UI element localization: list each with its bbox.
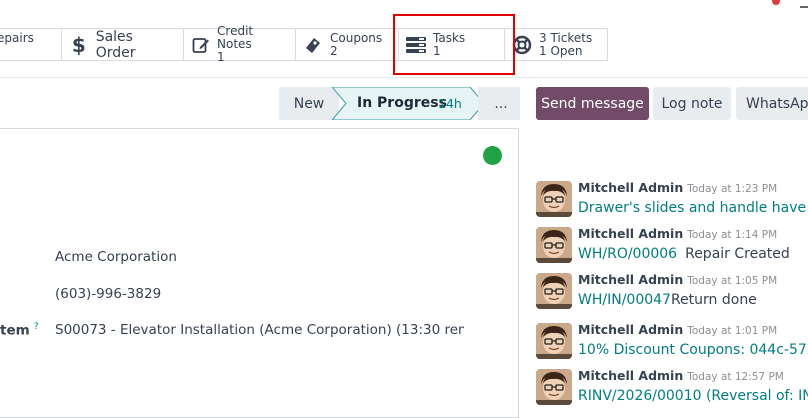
sales-order-smart-button[interactable]: $ Sales Order xyxy=(61,28,184,61)
kanban-state-indicator[interactable] xyxy=(483,146,502,165)
phone-field[interactable]: (603)-996-3829 xyxy=(55,286,161,302)
avatar[interactable] xyxy=(536,369,572,405)
tickets-open: 1 Open xyxy=(539,43,583,58)
message-author: Mitchell Admin Today at 1:01 PM xyxy=(578,322,777,337)
message-author: Mitchell Admin Today at 1:14 PM xyxy=(578,226,777,241)
dollar-icon: $ xyxy=(71,32,86,57)
stage-more-label: ... xyxy=(494,95,508,112)
sales-order-item-label-text: tem xyxy=(0,322,30,339)
avatar[interactable] xyxy=(536,323,572,359)
send-message-button[interactable]: Send message xyxy=(536,87,649,120)
message-author: Mitchell Admin Today at 12:57 PM xyxy=(578,368,784,383)
credit-notes-smart-button[interactable]: Credit Notes 1 xyxy=(183,24,296,64)
send-message-label: Send message xyxy=(541,95,644,112)
author-name: Mitchell Admin xyxy=(578,272,684,287)
message-body: WH/RO/00006 Repair Created xyxy=(578,246,790,262)
message-body: RINV/2026/00010 (Reversal of: INV/2 xyxy=(578,388,808,404)
chatter-message: Mitchell Admin Today at 12:57 PM RINV/2026… xyxy=(536,368,808,409)
log-note-button[interactable]: Log note xyxy=(653,87,731,120)
log-note-label: Log note xyxy=(661,95,723,112)
tickets-smart-button[interactable]: 3 Tickets 1 Open xyxy=(504,28,608,61)
message-author: Mitchell Admin Today at 1:23 PM xyxy=(578,180,777,195)
chatter-message: Mitchell Admin Today at 1:14 PM WH/RO/0000… xyxy=(536,226,808,267)
message-time: Today at 1:01 PM xyxy=(687,325,778,337)
sales-order-item-label: tem? xyxy=(0,322,38,339)
edit-icon xyxy=(191,35,210,55)
author-name: Mitchell Admin xyxy=(578,368,684,383)
message-time: Today at 1:05 PM xyxy=(687,275,778,287)
ticket-icon xyxy=(303,35,323,55)
stage-new[interactable]: New xyxy=(279,87,339,120)
message-text: Return done xyxy=(670,292,757,308)
author-name: Mitchell Admin xyxy=(578,322,684,337)
help-tooltip-icon[interactable]: ? xyxy=(34,322,39,332)
chatter-message: Mitchell Admin Today at 1:05 PM WH/IN/0004… xyxy=(536,272,808,313)
whatsapp-label: WhatsApp xyxy=(746,95,808,112)
coupons-count: 2 xyxy=(330,43,338,58)
coupons-label: Coupons xyxy=(330,30,383,45)
author-name: Mitchell Admin xyxy=(578,226,684,241)
message-body: 10% Discount Coupons: 044c-5725-4a xyxy=(578,342,808,358)
form-sheet xyxy=(0,128,519,418)
message-link[interactable]: Drawer's slides and handle have a de xyxy=(578,200,808,216)
chatter-message: Mitchell Admin Today at 1:23 PM Drawer's s… xyxy=(536,180,808,221)
whatsapp-button[interactable]: WhatsApp xyxy=(736,87,808,120)
stage-in-progress[interactable]: In Progress 14h xyxy=(332,87,484,120)
customer-field[interactable]: Acme Corporation xyxy=(55,249,177,265)
stage-new-label: New xyxy=(293,95,325,112)
avatar[interactable] xyxy=(536,181,572,217)
message-link[interactable]: WH/RO/00006 xyxy=(578,246,677,262)
message-link[interactable]: WH/IN/00047 xyxy=(578,292,671,308)
stage-in-progress-label: In Progress xyxy=(357,95,447,111)
message-time: Today at 1:14 PM xyxy=(687,229,778,241)
message-time: Today at 1:23 PM xyxy=(687,183,778,195)
activity-icon[interactable] xyxy=(800,0,808,8)
author-name: Mitchell Admin xyxy=(578,180,684,195)
credit-notes-label: Credit Notes xyxy=(217,24,254,51)
message-body: WH/IN/00047Return done xyxy=(578,292,757,308)
message-link[interactable]: RINV/2026/00010 (Reversal of: INV/2 xyxy=(578,388,808,404)
sales-order-item-field[interactable]: S00073 - Elevator Installation (Acme Cor… xyxy=(55,322,464,338)
avatar[interactable] xyxy=(536,273,572,309)
message-author: Mitchell Admin Today at 1:05 PM xyxy=(578,272,777,287)
header-divider xyxy=(0,77,808,78)
credit-notes-count: 1 xyxy=(217,50,225,64)
tickets-total: 3 Tickets xyxy=(539,30,593,45)
sales-order-label: Sales Order xyxy=(95,28,136,61)
stage-more-button[interactable]: ... xyxy=(478,87,520,120)
message-link[interactable]: 10% Discount Coupons: 044c-5725-4a xyxy=(578,342,808,358)
repairs-smart-button[interactable]: epairs xyxy=(0,28,62,61)
stage-time-badge: 14h xyxy=(438,96,462,111)
message-text: Repair Created xyxy=(685,246,790,262)
message-body: Drawer's slides and handle have a de xyxy=(578,200,808,216)
message-time: Today at 12:57 PM xyxy=(687,371,784,383)
coupons-smart-button[interactable]: Coupons 2 xyxy=(295,28,399,61)
notification-dot[interactable] xyxy=(772,0,780,5)
lifebuoy-icon xyxy=(512,35,532,55)
repairs-label: epairs xyxy=(0,31,34,45)
chatter-message: Mitchell Admin Today at 1:01 PM 10% Discou… xyxy=(536,322,808,363)
avatar[interactable] xyxy=(536,227,572,263)
highlight-box xyxy=(393,14,515,75)
